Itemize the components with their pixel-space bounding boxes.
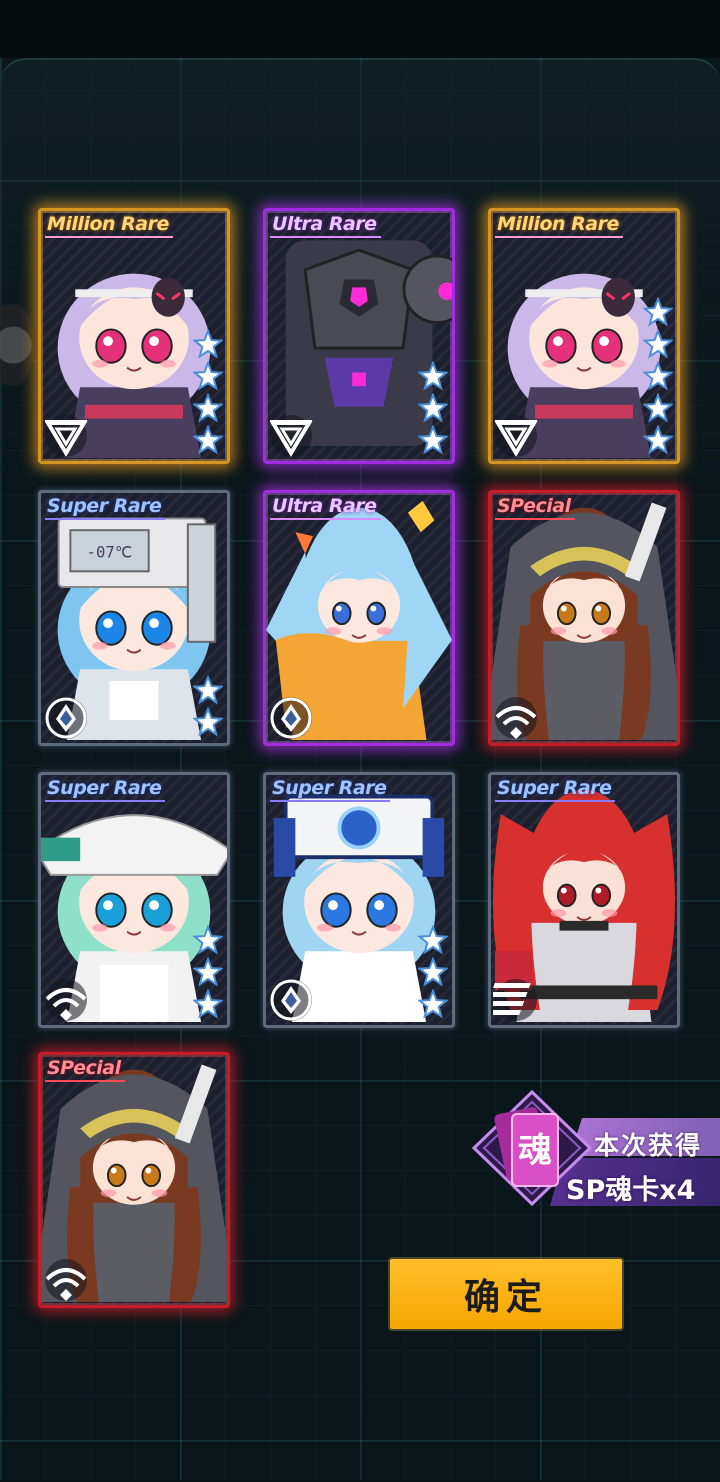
star-icon (418, 361, 448, 391)
soul-char: 魂 (518, 1131, 552, 1171)
triangle-emblem-icon (494, 415, 538, 457)
diamond-emblem-icon (270, 979, 312, 1021)
star-icon (193, 925, 223, 955)
reward-title: 本次获得 (594, 1131, 703, 1160)
rarity-label: Ultra Rare (270, 213, 381, 238)
rarity-label: Super Rare (495, 777, 616, 802)
star-rating (193, 675, 223, 737)
star-rating (418, 361, 448, 455)
character-card[interactable]: SPecial (38, 1052, 230, 1308)
rarity-label: Ultra Rare (270, 495, 381, 520)
character-card[interactable]: Ultra Rare (263, 208, 455, 464)
slash-emblem-icon (493, 979, 537, 1021)
thermometer-readout: -07℃ (87, 543, 133, 562)
wifi-emblem-icon (45, 1259, 87, 1301)
star-icon (193, 393, 223, 423)
star-icon (418, 989, 448, 1019)
rarity-label: Million Rare (45, 213, 173, 238)
character-card[interactable]: Super Rare (38, 772, 230, 1028)
star-icon (193, 361, 223, 391)
character-card[interactable]: Million Rare (488, 208, 680, 464)
star-icon (643, 329, 673, 359)
diamond-emblem-icon (45, 697, 87, 739)
star-icon (193, 329, 223, 359)
rarity-label: Super Rare (45, 495, 166, 520)
star-icon (643, 297, 673, 327)
star-rating (418, 925, 448, 1019)
star-icon (418, 393, 448, 423)
star-icon (418, 925, 448, 955)
wifi-emblem-icon (45, 979, 87, 1021)
character-card[interactable]: -07℃ Super Rare (38, 490, 230, 746)
star-icon (643, 393, 673, 423)
character-card[interactable]: Super Rare (488, 772, 680, 1028)
star-icon (418, 957, 448, 987)
triangle-emblem-icon (44, 415, 88, 457)
character-card[interactable]: Million Rare (38, 208, 230, 464)
star-icon (643, 425, 673, 455)
reward-value: SP魂卡x4 (566, 1175, 696, 1206)
rarity-label: Super Rare (45, 777, 166, 802)
star-icon (418, 425, 448, 455)
reward-summary: 魂 本次获得 SP魂卡x4 (470, 1088, 720, 1208)
rarity-label: SPecial (45, 1057, 125, 1082)
star-rating (193, 329, 223, 455)
rarity-label: Million Rare (495, 213, 623, 238)
star-rating (193, 925, 223, 1019)
character-card[interactable]: Super Rare (263, 772, 455, 1028)
star-icon (193, 957, 223, 987)
triangle-emblem-icon (269, 415, 313, 457)
star-icon (193, 707, 223, 737)
character-card[interactable]: Ultra Rare (263, 490, 455, 746)
character-card[interactable]: SPecial (488, 490, 680, 746)
confirm-button[interactable]: 确定 (390, 1259, 622, 1329)
star-icon (193, 675, 223, 705)
star-icon (193, 989, 223, 1019)
star-icon (193, 425, 223, 455)
star-icon (643, 361, 673, 391)
wifi-emblem-icon (495, 697, 537, 739)
rarity-label: SPecial (495, 495, 575, 520)
rarity-label: Super Rare (270, 777, 391, 802)
diamond-emblem-icon (270, 697, 312, 739)
star-rating (643, 297, 673, 455)
top-band (0, 0, 720, 58)
